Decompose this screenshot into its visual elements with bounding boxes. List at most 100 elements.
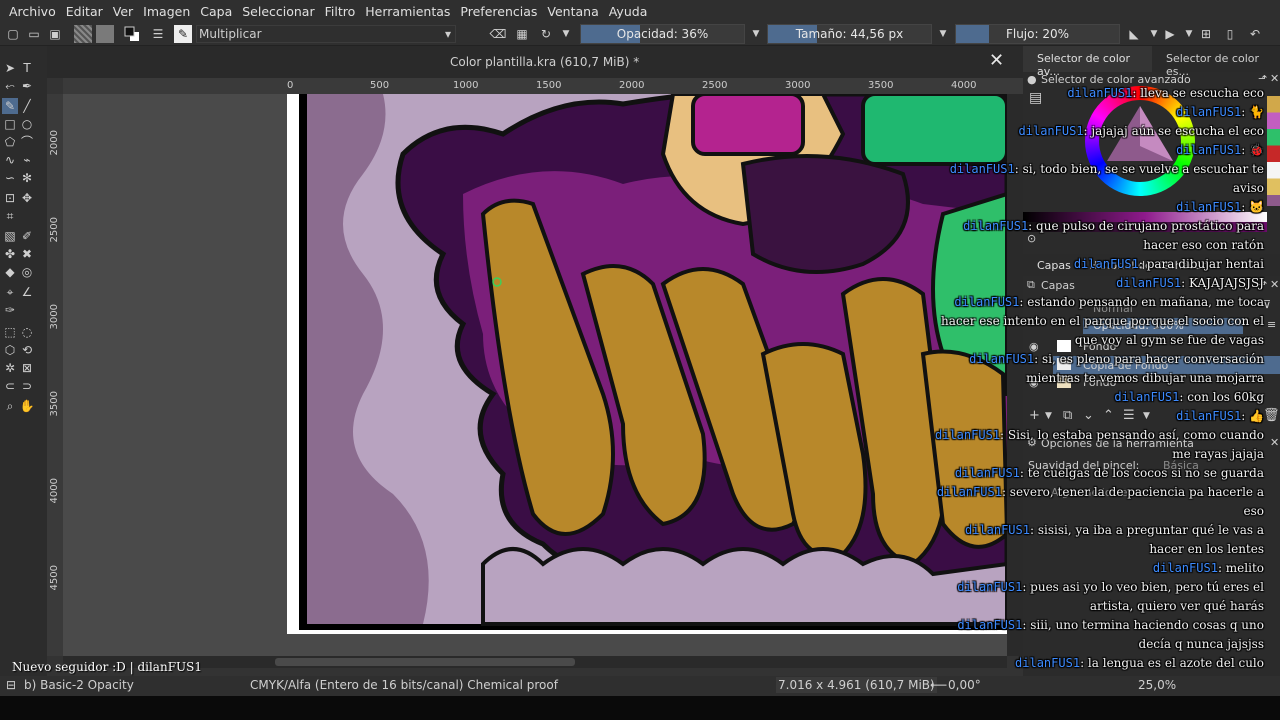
smart-patch-icon[interactable]: ✖ (19, 246, 35, 262)
mirror-horizontal-icon[interactable]: ◣ (1126, 25, 1142, 43)
ellipse-tool-icon[interactable]: ○ (19, 116, 35, 132)
text-tool-icon[interactable]: T (19, 60, 35, 76)
measure-tool-icon[interactable]: ∠ (19, 284, 35, 300)
menu-item-3[interactable]: Imagen (138, 4, 195, 19)
chat-message: dilanFUS1: KAJAJAJSJSJ (1116, 276, 1264, 290)
menu-item-8[interactable]: Preferencias (455, 4, 542, 19)
edit-shapes-icon[interactable]: ⬿ (2, 78, 18, 94)
status-rotation[interactable]: 0,00° (948, 678, 981, 692)
wrap-around-icon[interactable]: ⊞ (1198, 25, 1214, 43)
document-tab-title[interactable]: Color plantilla.kra (610,7 MiB) * (450, 55, 639, 69)
close-icon[interactable]: ✕ (1270, 278, 1279, 291)
reload-preset-icon[interactable]: ↻ (538, 25, 554, 43)
polygon-select-icon[interactable]: ⬡ (2, 342, 18, 358)
chevron-down-icon[interactable]: ▼ (1148, 25, 1160, 43)
calligraphy-icon[interactable]: ✒ (19, 78, 35, 94)
contiguous-select-icon[interactable]: ✲ (2, 360, 18, 376)
menu-item-0[interactable]: Archivo (4, 4, 61, 19)
freehand-brush-icon[interactable]: ✎ (2, 98, 18, 114)
blend-mode-select[interactable]: Multiplicar ▾ (196, 25, 456, 43)
menu-item-9[interactable]: Ventana (542, 4, 603, 19)
gradient-tool-icon[interactable]: ▧ (2, 228, 18, 244)
chevron-down-icon[interactable]: ▼ (750, 25, 762, 43)
toolbox: ➤ T ⬿ ✒ ✎ ╱ □ ○ ⬠ ⌒ ∿ ⌁ ∽ ✻ ⊡ ✥ ⌗ ▧ ✐ ✤ … (0, 46, 47, 676)
status-color-space[interactable]: CMYK/Alfa (Entero de 16 bits/canal) Chem… (250, 678, 558, 692)
new-document-icon[interactable]: ▢ (6, 25, 20, 43)
polyline-tool-icon[interactable]: ⌒ (19, 134, 35, 150)
document-tab-bar: Color plantilla.kra (610,7 MiB) * ✕ (47, 46, 1023, 78)
chevron-down-icon[interactable]: ▼ (560, 25, 572, 43)
close-icon[interactable]: ✕ (1270, 72, 1279, 85)
eraser-icon[interactable]: ⌫ (490, 25, 507, 43)
fg-bg-color-icon[interactable] (123, 25, 141, 43)
color-history-swatches[interactable] (1267, 96, 1280, 206)
crop-tool-icon[interactable]: ⌗ (2, 208, 18, 224)
chevron-down-icon[interactable]: ▼ (1183, 25, 1195, 43)
delete-layer-icon[interactable]: 🗑 (1263, 408, 1280, 423)
magnetic-select-icon[interactable]: ⊃ (19, 378, 35, 394)
menu-item-4[interactable]: Capa (195, 4, 237, 19)
rect-select-icon[interactable]: ⬚ (2, 324, 18, 340)
freehand-path-icon[interactable]: ⌁ (19, 152, 35, 168)
enclose-fill-icon[interactable]: ◎ (19, 264, 35, 280)
select-shapes-icon[interactable]: ➤ (2, 60, 18, 76)
open-document-icon[interactable]: ▭ (27, 25, 41, 43)
line-tool-icon[interactable]: ╱ (19, 98, 35, 114)
horizontal-scrollbar[interactable] (63, 656, 1007, 668)
chat-message: dilanFUS1: severo, tener la de paciencia… (936, 485, 1264, 518)
outline-select-icon[interactable]: ⟲ (19, 342, 35, 358)
color-sampler-icon[interactable]: ✐ (19, 228, 35, 244)
tab-specific-color-selector[interactable]: Selector de color es... (1152, 46, 1280, 78)
status-zoom[interactable]: 25,0% (1138, 678, 1176, 692)
chat-username: dilanFUS1 (1018, 124, 1084, 138)
size-slider[interactable]: Tamaño: 44,56 px (767, 24, 932, 44)
menu-item-7[interactable]: Herramientas (360, 4, 455, 19)
menu-item-6[interactable]: Filtro (320, 4, 361, 19)
pan-tool-icon[interactable]: ✋ (19, 398, 35, 414)
brush-preset-icon[interactable]: ✎ (174, 25, 192, 43)
rotate-icon[interactable]: ⟵ (930, 678, 947, 692)
menu-item-10[interactable]: Ayuda (604, 4, 653, 19)
chevron-down-icon[interactable]: ▼ (937, 25, 949, 43)
brush-settings-icon[interactable]: ☰ (150, 25, 166, 43)
chat-username: dilanFUS1 (936, 485, 1002, 499)
canvas-only-icon[interactable]: ▯ (1222, 25, 1238, 43)
chat-username: dilanFUS1 (1176, 409, 1242, 423)
fill-tool-icon[interactable]: ◆ (2, 264, 18, 280)
close-icon[interactable]: ✕ (1270, 436, 1279, 449)
alpha-lock-icon[interactable]: ▦ (514, 25, 530, 43)
opacity-slider[interactable]: Opacidad: 36% (580, 24, 745, 44)
transform-tool-icon[interactable]: ⊡ (2, 190, 18, 206)
menu-item-2[interactable]: Ver (108, 4, 138, 19)
similar-select-icon[interactable]: ⊠ (19, 360, 35, 376)
chat-message: dilanFUS1: Sisi, lo estaba pensando así,… (935, 428, 1264, 461)
rectangle-tool-icon[interactable]: □ (2, 116, 18, 132)
assistant-tool-icon[interactable]: ⌖ (2, 284, 18, 300)
drawing-canvas[interactable] (63, 94, 1007, 656)
ellipse-select-icon[interactable]: ◌ (19, 324, 35, 340)
tab-advanced-color-selector[interactable]: Selector de color av... (1023, 46, 1152, 78)
gradient-picker-icon[interactable] (74, 25, 92, 43)
zoom-tool-icon[interactable]: ⌕ (2, 398, 18, 414)
pattern-picker-icon[interactable] (96, 25, 114, 43)
bezier-select-icon[interactable]: ⊂ (2, 378, 18, 394)
dynamic-brush-icon[interactable]: ∽ (2, 170, 18, 186)
status-brush[interactable]: b) Basic-2 Opacity (24, 678, 134, 692)
menu-icon[interactable]: ≡ (1267, 318, 1276, 331)
colorize-mask-icon[interactable]: ✤ (2, 246, 18, 262)
save-icon[interactable]: ▣ (48, 25, 62, 43)
multibrush-icon[interactable]: ✻ (19, 170, 35, 186)
bezier-tool-icon[interactable]: ∿ (2, 152, 18, 168)
polygon-tool-icon[interactable]: ⬠ (2, 134, 18, 150)
menu-item-5[interactable]: Seleccionar (237, 4, 319, 19)
menu-item-1[interactable]: Editar (61, 4, 108, 19)
chat-text: pues asi yo lo veo bien, pero tú eres el… (1030, 580, 1264, 613)
close-document-icon[interactable]: ✕ (989, 50, 1004, 71)
filter-icon[interactable]: ⊽ (1263, 298, 1271, 311)
move-tool-icon[interactable]: ✥ (19, 190, 35, 206)
mirror-vertical-icon[interactable]: ▶ (1162, 25, 1178, 43)
flow-slider[interactable]: Flujo: 20% (955, 24, 1120, 44)
reference-tool-icon[interactable]: ✑ (2, 302, 18, 318)
undo-icon[interactable]: ↶ (1247, 25, 1263, 43)
scroll-thumb[interactable] (275, 658, 575, 666)
